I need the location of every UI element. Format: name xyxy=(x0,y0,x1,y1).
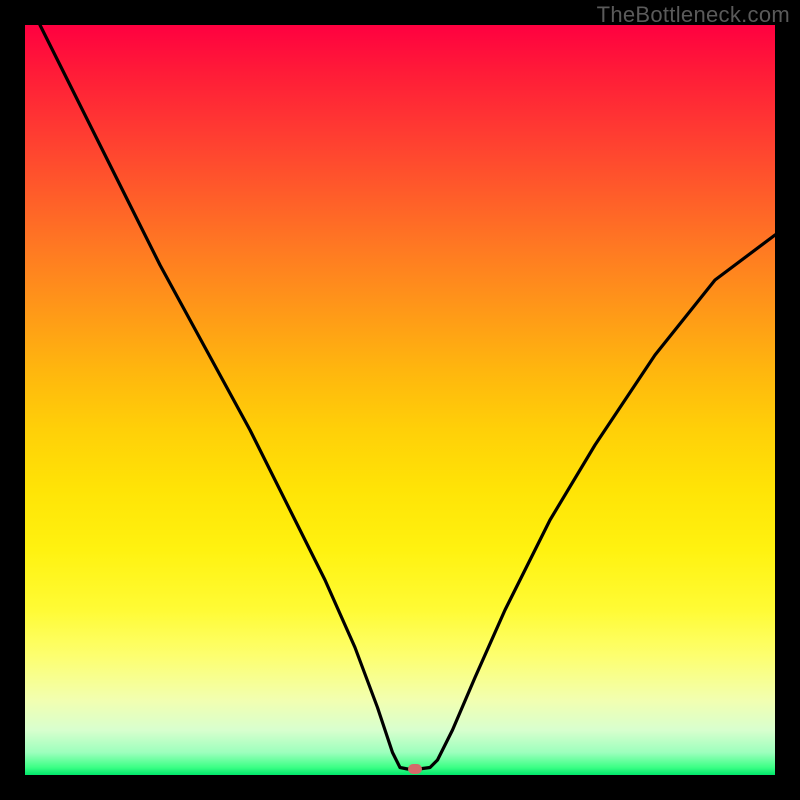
chart-frame: TheBottleneck.com xyxy=(0,0,800,800)
plot-area xyxy=(25,25,775,775)
bottleneck-curve xyxy=(25,25,775,775)
watermark-text: TheBottleneck.com xyxy=(597,2,790,28)
minimum-marker xyxy=(408,764,422,774)
